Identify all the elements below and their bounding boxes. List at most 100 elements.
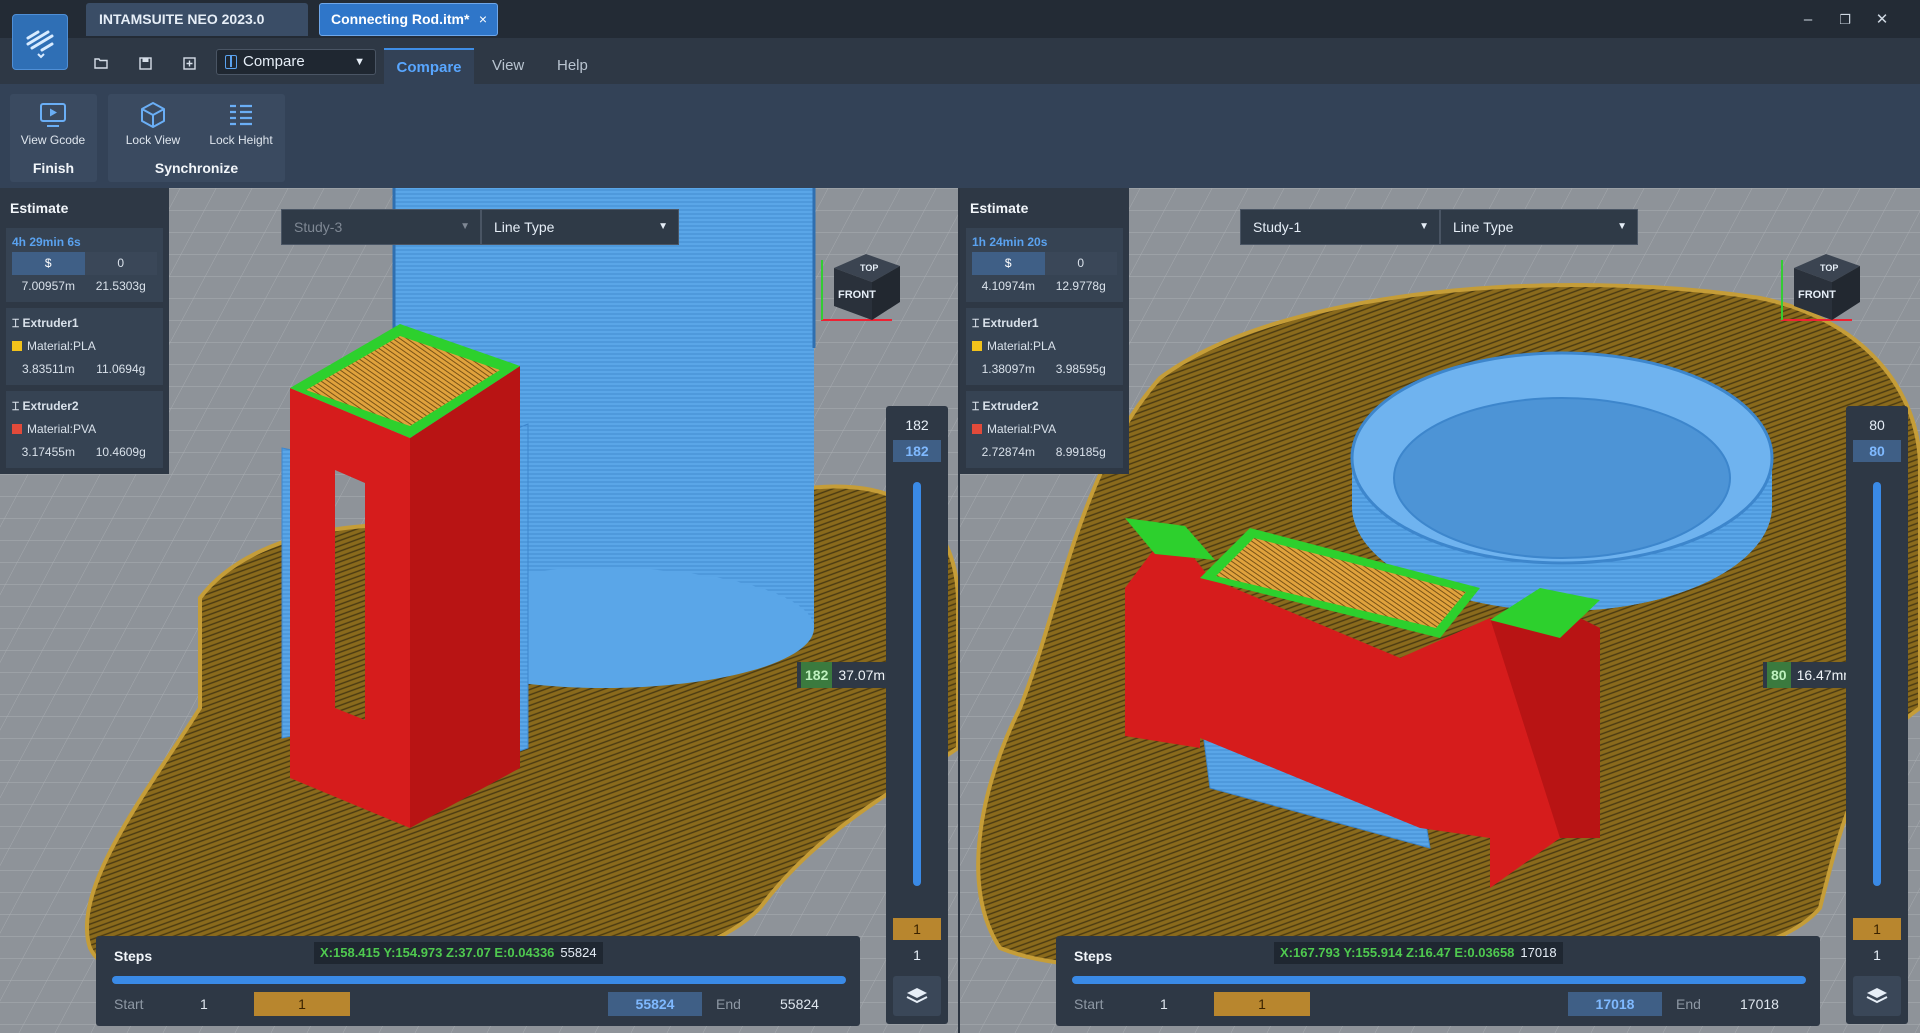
currency-label: $ [12,252,85,275]
pva-swatch [12,424,22,434]
cost-value: 0 [84,252,157,275]
end-value: 55824 [780,996,819,1012]
lock-view-label: Lock View [125,133,181,147]
line-type-select-right[interactable]: Line Type ▼ [1440,209,1638,245]
steps-panel-left: Steps X:158.415 Y:154.973 Z:37.07 E:0.04… [96,936,860,1026]
lock-view-button[interactable]: Lock View [112,98,194,154]
line-type-select-left[interactable]: Line Type ▼ [481,209,679,245]
tab-compare[interactable]: Compare [384,48,474,84]
close-window-button[interactable]: ✕ [1869,8,1895,32]
extruder1-material: Material:PLA [972,335,1117,358]
view-gcode-button[interactable]: View Gcode [12,98,94,154]
layers-button[interactable] [893,976,941,1016]
mode-select[interactable]: Compare ▼ [216,49,376,75]
extruder2-block: ⌶ Extruder2 Material:PVA 2.72874m 8.9918… [966,391,1123,468]
extruder1-material: Material:PLA [12,335,157,358]
layer-track[interactable] [913,482,921,886]
estimate-summary: 1h 24min 20s $ 0 4.10974m 12.9778g [966,228,1123,302]
layer-low: 1 [893,918,941,940]
layer-slider-left[interactable]: 182 182 1 1 [886,406,948,1024]
extruder2-weight: 8.99185g [1055,445,1106,459]
extruder2-usage: 3.17455m 10.4609g [12,441,157,464]
extruder1-name: ⌶ Extruder1 [12,316,79,330]
pla-swatch [12,341,22,351]
open-file-icon[interactable] [88,50,114,76]
extruder1-weight: 11.0694g [96,362,146,376]
study-select-right[interactable]: Study-1 ▼ [1240,209,1440,245]
view-cube-right[interactable]: TOP FRONT [1772,240,1864,332]
extruder2-usage: 2.72874m 8.99185g [972,441,1117,464]
estimate-panel-right: Estimate 1h 24min 20s $ 0 4.10974m 12.97… [960,188,1129,474]
cost-value: 0 [1044,252,1117,275]
cube-top-label: TOP [860,263,878,273]
monitor-play-icon [40,103,66,127]
right-viewport[interactable]: Estimate 1h 24min 20s $ 0 4.10974m 12.97… [960,188,1920,1033]
start-input[interactable]: 1 [254,992,350,1016]
mode-select-value: Compare [243,53,305,70]
extruder2-name: ⌶ Extruder2 [972,399,1039,413]
tab-help[interactable]: Help [557,48,588,84]
study-select-value: Study-1 [1253,219,1302,235]
title-bar: INTAMSUITE NEO 2023.0 Connecting Rod.itm… [0,0,1920,38]
layers-button[interactable] [1853,976,1901,1016]
start-label: Start [1074,996,1104,1012]
end-label: End [1676,996,1701,1012]
total-weight: 12.9778g [1055,279,1106,293]
menu-bar: Compare ▼ Compare View Help [0,38,1920,84]
minimize-button[interactable]: – [1795,8,1821,32]
layer-current: 182 [893,440,941,462]
extruder2-name: ⌶ Extruder2 [12,399,79,413]
lock-height-label: Lock Height [209,133,273,147]
layers-icon [906,988,928,1004]
rod-side [410,366,520,828]
app-title-tab[interactable]: INTAMSUITE NEO 2023.0 [86,3,308,36]
layer-current: 80 [1853,440,1901,462]
start-input[interactable]: 1 [1214,992,1310,1016]
layer-min: 1 [913,947,921,963]
layer-low: 1 [1853,918,1901,940]
extruder1-length: 3.83511m [22,362,75,376]
extruder1-block: ⌶ Extruder1 Material:PLA 3.83511m 11.069… [6,308,163,385]
caret-down-icon: ▼ [658,221,668,232]
ribbon: View Gcode Finish Lock View Lock Height … [0,84,1920,188]
finish-group: View Gcode Finish [10,94,97,182]
finish-group-label: Finish [32,160,75,176]
pla-swatch [972,341,982,351]
extruder1-weight: 3.98595g [1055,362,1106,376]
view-cube-left[interactable]: TOP FRONT [812,240,904,332]
print-time: 1h 24min 20s [972,235,1048,249]
app-logo[interactable] [12,14,68,70]
lock-height-button[interactable]: Lock Height [200,98,282,154]
layer-max: 182 [905,417,929,433]
extruder2-block: ⌶ Extruder2 Material:PVA 3.17455m 10.460… [6,391,163,468]
end-input[interactable]: 55824 [608,992,702,1016]
end-input[interactable]: 17018 [1568,992,1662,1016]
estimate-header: Estimate [970,200,1029,216]
line-type-value: Line Type [1453,219,1514,235]
file-tab[interactable]: Connecting Rod.itm* × [319,3,498,36]
save-icon[interactable] [132,50,158,76]
total-length: 4.10974m [981,279,1035,293]
file-tab-label: Connecting Rod.itm* [331,11,470,27]
maximize-button[interactable]: ❐ [1832,8,1858,32]
layers-icon [1866,988,1888,1004]
tab-view[interactable]: View [492,48,524,84]
layer-tip-number: 182 [801,662,833,688]
layer-slider-right[interactable]: 80 80 1 1 [1846,406,1908,1024]
study-select-left[interactable]: Study-3 ▼ [281,209,481,245]
steps-track[interactable] [1072,976,1806,984]
bowl-inner [1393,397,1731,559]
add-icon[interactable] [176,50,202,76]
left-viewport[interactable]: Estimate 4h 29min 6s $ 0 7.00957m 21.530… [0,188,958,1033]
steps-label: Steps [114,948,153,964]
cube-top-label: TOP [1820,263,1838,273]
extruder2-length: 2.72874m [981,445,1035,459]
steps-track[interactable] [112,976,846,984]
estimate-summary: 4h 29min 6s $ 0 7.00957m 21.5303g [6,228,163,302]
extruder2-material: Material:PVA [12,418,157,441]
close-tab-icon[interactable]: × [479,4,487,35]
layer-track[interactable] [1873,482,1881,886]
synchronize-group: Lock View Lock Height Synchronize [108,94,285,182]
layer-tip-number: 80 [1767,662,1791,688]
chevron-down-icon: ▼ [354,56,365,68]
